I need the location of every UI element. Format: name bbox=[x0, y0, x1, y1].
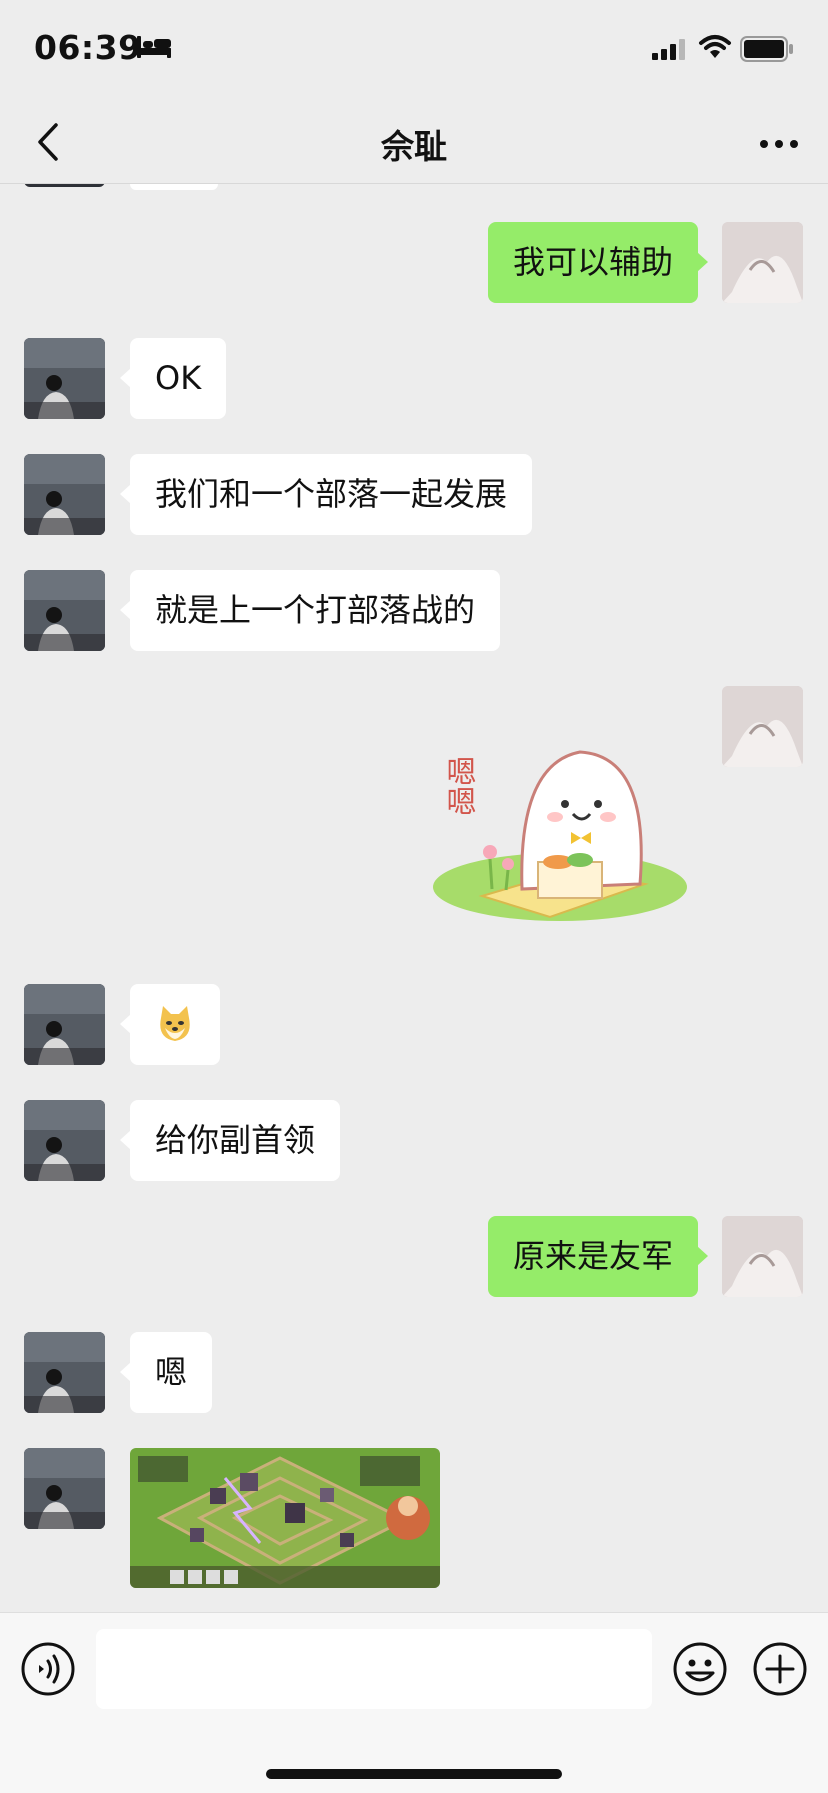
message-bubble[interactable]: 我可以辅助 bbox=[487, 222, 709, 303]
message-list[interactable]: 我可以辅助 OK 我们和一个部落一起发展 就是上一个打部落战的 嗯嗯 给你副首领… bbox=[0, 184, 828, 1610]
message-bubble[interactable]: 就是上一个打部落战的 bbox=[119, 570, 501, 651]
friend-avatar[interactable] bbox=[24, 984, 105, 1065]
message-text: 原来是友军 bbox=[512, 1237, 673, 1275]
message-text: 嗯 bbox=[155, 1353, 188, 1391]
message-text: 就是上一个打部落战的 bbox=[155, 591, 476, 629]
avatar-photo bbox=[722, 1216, 803, 1297]
my-avatar[interactable] bbox=[722, 1216, 803, 1297]
message-text: OK bbox=[155, 359, 202, 397]
chat-header: 佘耻 bbox=[0, 100, 828, 184]
avatar-photo bbox=[24, 454, 105, 535]
avatar-photo bbox=[24, 570, 105, 651]
more-dots-icon bbox=[760, 140, 798, 148]
game-screenshot-image bbox=[130, 1448, 440, 1588]
doge-emoji-icon bbox=[160, 1006, 190, 1041]
friend-avatar[interactable] bbox=[24, 454, 105, 535]
chat-title: 佘耻 bbox=[381, 127, 447, 166]
avatar-photo bbox=[24, 1100, 105, 1181]
status-time: 06:39 bbox=[34, 28, 142, 67]
seal-sticker-icon: 嗯嗯 bbox=[433, 750, 687, 921]
image-message[interactable] bbox=[130, 1448, 440, 1588]
sticker-message[interactable]: 嗯嗯 bbox=[430, 704, 700, 934]
message-text: 我们和一个部落一起发展 bbox=[155, 475, 508, 513]
plus-circle-icon bbox=[753, 1642, 807, 1696]
message-bubble[interactable] bbox=[120, 984, 220, 1065]
message-text: 我可以辅助 bbox=[512, 243, 673, 281]
cellular-signal-icon bbox=[652, 39, 685, 60]
avatar-photo bbox=[24, 338, 105, 419]
voice-input-button[interactable] bbox=[20, 1641, 76, 1701]
friend-avatar[interactable] bbox=[24, 184, 105, 187]
bed-icon bbox=[137, 36, 171, 58]
friend-avatar[interactable] bbox=[24, 1332, 105, 1413]
friend-avatar[interactable] bbox=[24, 1100, 105, 1181]
friend-avatar[interactable] bbox=[24, 570, 105, 651]
message-bubble[interactable]: OK bbox=[119, 338, 227, 419]
message-input[interactable] bbox=[96, 1629, 652, 1709]
friend-avatar[interactable] bbox=[24, 1448, 105, 1529]
home-indicator[interactable] bbox=[266, 1769, 562, 1779]
friend-avatar[interactable] bbox=[24, 338, 105, 419]
avatar-photo bbox=[24, 1448, 105, 1529]
my-avatar[interactable] bbox=[722, 686, 803, 767]
sticker-text: 嗯嗯 bbox=[441, 756, 476, 816]
battery-icon bbox=[740, 36, 793, 62]
avatar-photo bbox=[722, 686, 803, 767]
wifi-icon bbox=[699, 35, 731, 58]
voice-icon bbox=[21, 1642, 75, 1696]
my-avatar[interactable] bbox=[722, 222, 803, 303]
partial-message-bubble bbox=[130, 184, 218, 190]
avatar-photo bbox=[24, 984, 105, 1065]
more-functions-button[interactable] bbox=[752, 1641, 808, 1701]
message-bubble[interactable]: 给你副首领 bbox=[119, 1100, 341, 1181]
avatar-photo bbox=[24, 1332, 105, 1413]
emoji-button[interactable] bbox=[672, 1641, 728, 1701]
status-bar: 06:39 bbox=[0, 0, 828, 100]
message-bubble[interactable]: 原来是友军 bbox=[487, 1216, 709, 1297]
message-bubble[interactable]: 嗯 bbox=[119, 1332, 213, 1413]
avatar-photo bbox=[722, 222, 803, 303]
message-bubble[interactable]: 我们和一个部落一起发展 bbox=[119, 454, 533, 535]
more-options-button[interactable] bbox=[754, 124, 804, 164]
input-bar bbox=[0, 1612, 828, 1793]
smiley-icon bbox=[673, 1642, 727, 1696]
message-text: 给你副首领 bbox=[155, 1121, 316, 1159]
